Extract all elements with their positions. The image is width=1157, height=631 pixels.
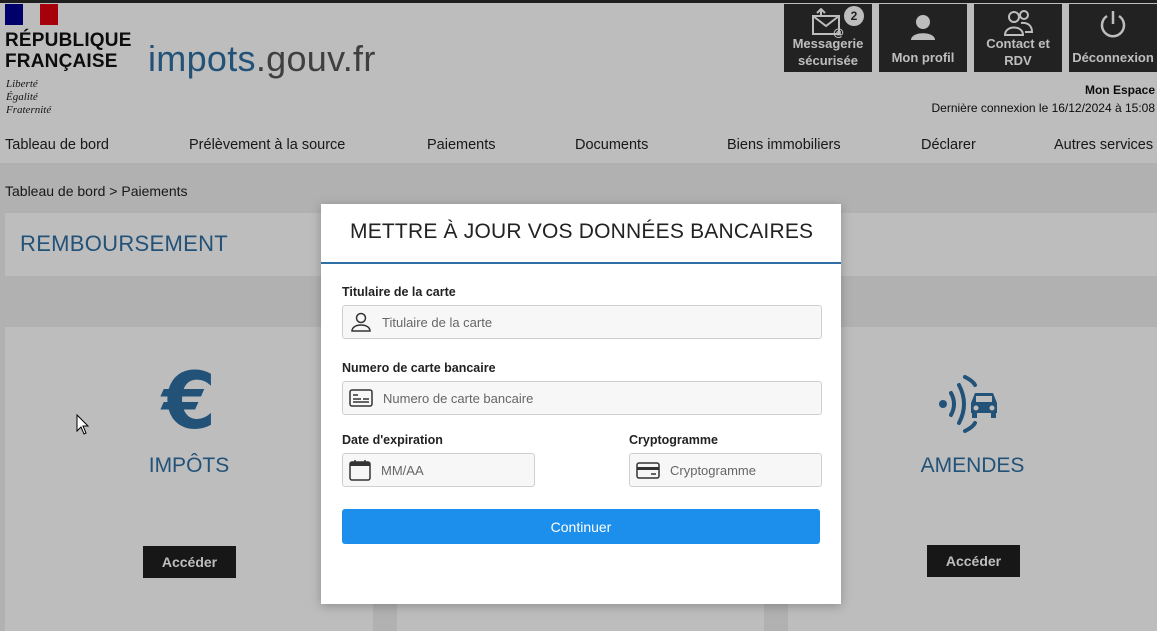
expiry-field[interactable] xyxy=(342,453,535,487)
expiry-label: Date d'expiration xyxy=(342,433,443,447)
bank-details-modal: METTRE À JOUR VOS DONNÉES BANCAIRES Titu… xyxy=(321,204,841,604)
holder-field[interactable] xyxy=(342,305,822,339)
app-root: RÉPUBLIQUE FRANÇAISE Liberté Égalité Fra… xyxy=(0,0,1157,631)
continue-button[interactable]: Continuer xyxy=(342,509,820,544)
card-number-input[interactable] xyxy=(381,389,821,407)
modal-title: METTRE À JOUR VOS DONNÉES BANCAIRES xyxy=(350,220,814,243)
card-icon xyxy=(636,462,660,479)
expiry-input[interactable] xyxy=(379,461,534,479)
cvv-field[interactable] xyxy=(629,453,822,487)
user-icon xyxy=(351,312,371,332)
modal-title-separator xyxy=(321,262,841,264)
holder-input[interactable] xyxy=(380,313,821,331)
mouse-cursor-icon xyxy=(76,414,90,435)
card-number-label: Numero de carte bancaire xyxy=(342,361,496,375)
credit-card-icon xyxy=(349,389,373,407)
card-number-field[interactable] xyxy=(342,381,822,415)
calendar-icon xyxy=(349,460,371,481)
cvv-label: Cryptogramme xyxy=(629,433,718,447)
holder-label: Titulaire de la carte xyxy=(342,285,456,299)
cvv-input[interactable] xyxy=(668,461,821,479)
